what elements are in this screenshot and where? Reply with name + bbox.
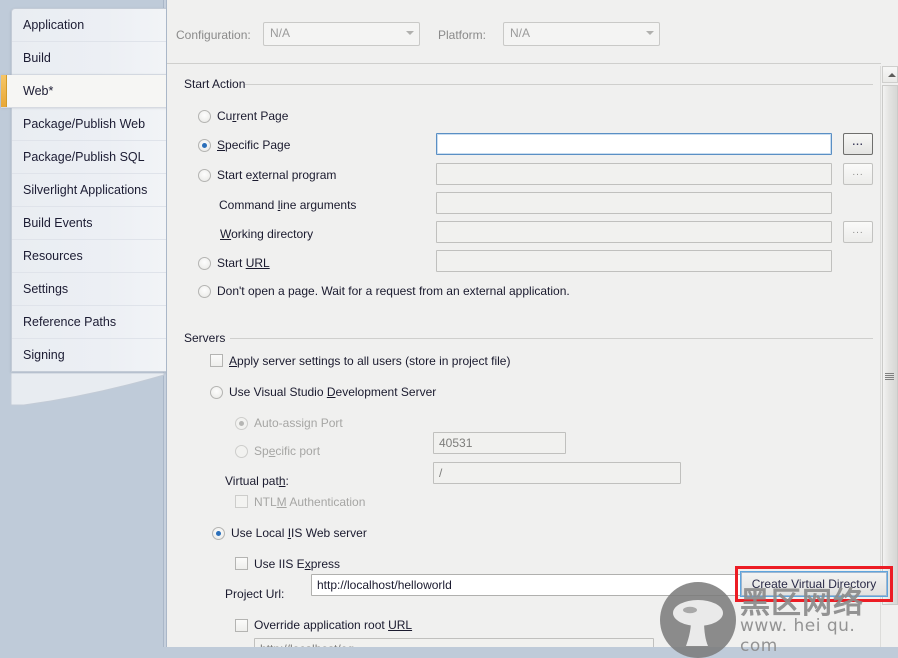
radio-specific-port-label: Specific port <box>254 444 321 458</box>
radio-auto-assign-port-label: Auto-assign Port <box>254 416 343 430</box>
virtual-path-label: Virtual path: <box>225 474 289 488</box>
radio-use-vs-development-server[interactable] <box>210 386 223 399</box>
sidebar-item-label: Reference Paths <box>23 315 117 329</box>
radio-auto-assign-port[interactable] <box>235 417 248 430</box>
project-url-label: Project Url: <box>225 587 285 601</box>
start-url-input[interactable] <box>436 250 832 272</box>
checkbox-override-application-root-url-label: Override application root URL <box>254 618 413 632</box>
sidebar-item-label: Application <box>23 18 85 32</box>
sidebar-item-application[interactable]: Application <box>12 9 167 42</box>
scrollbar-grip-icon <box>885 373 894 380</box>
radio-specific-port[interactable] <box>235 445 248 458</box>
sidebar-item-label: Package/Publish Web <box>23 117 146 131</box>
command-line-arguments-label: Command line arguments <box>219 198 357 212</box>
radio-use-local-iis-web-server-label: Use Local IIS Web server <box>231 526 367 540</box>
category-tab-strip: Application Build Web* Package/Publish W… <box>0 0 179 647</box>
checkbox-ntlm-authentication-label: NTLM Authentication <box>254 495 366 509</box>
sidebar-item-reference-paths[interactable]: Reference Paths <box>12 306 167 339</box>
configuration-label: Configuration: <box>176 28 251 42</box>
platform-select[interactable]: N/A <box>503 22 660 46</box>
sidebar-item-silverlight-applications[interactable]: Silverlight Applications <box>12 174 167 207</box>
category-tab-list: Application Build Web* Package/Publish W… <box>1 8 179 372</box>
radio-use-vs-development-server-label: Use Visual Studio Development Server <box>229 385 437 399</box>
working-directory-label: Working directory <box>220 227 314 241</box>
radio-start-external-program[interactable] <box>198 169 211 182</box>
sidebar-item-build-events[interactable]: Build Events <box>12 207 167 240</box>
radio-specific-page[interactable] <box>198 139 211 152</box>
triangle-up-icon <box>888 73 896 77</box>
project-url-value: http://localhost/helloworld <box>317 578 452 592</box>
sidebar-item-package-publish-web[interactable]: Package/Publish Web <box>12 108 167 141</box>
sidebar-item-web[interactable]: Web* <box>1 75 179 108</box>
specific-port-input[interactable]: 40531 <box>433 432 566 454</box>
platform-label: Platform: <box>438 28 487 42</box>
create-virtual-directory-button[interactable]: Create Virtual Directory <box>741 572 887 596</box>
vertical-scrollbar[interactable] <box>880 66 898 647</box>
external-program-input[interactable] <box>436 163 832 185</box>
checkbox-apply-server-settings-label: Apply server settings to all users (stor… <box>229 354 511 368</box>
virtual-path-input[interactable]: / <box>433 462 681 484</box>
chevron-down-icon <box>406 31 414 35</box>
configuration-toolbar: Configuration: N/A Platform: N/A <box>167 0 898 65</box>
tab-list-fold-decoration <box>10 372 165 406</box>
checkbox-apply-server-settings[interactable] <box>210 354 223 367</box>
checkbox-override-application-root-url[interactable] <box>235 619 248 632</box>
sidebar-item-build[interactable]: Build <box>12 42 167 75</box>
radio-start-url[interactable] <box>198 257 211 270</box>
radio-current-page-label: Current Page <box>217 109 289 123</box>
sidebar-item-label: Signing <box>23 348 65 362</box>
settings-scroll-region[interactable]: Start Action Current Page Specific Page … <box>167 66 881 647</box>
radio-dont-open-page-label: Don't open a page. Wait for a request fr… <box>217 284 570 298</box>
start-action-group-title: Start Action <box>184 77 246 91</box>
chevron-down-icon <box>646 31 654 35</box>
override-root-url-value: http://localhost/eq <box>260 642 354 647</box>
servers-group-title: Servers <box>184 331 226 345</box>
sidebar-item-package-publish-sql[interactable]: Package/Publish SQL <box>12 141 167 174</box>
radio-dont-open-page[interactable] <box>198 285 211 298</box>
specific-page-browse-button[interactable]: ... <box>843 133 873 155</box>
start-action-group-rule <box>245 84 873 85</box>
radio-use-local-iis-web-server[interactable] <box>212 527 225 540</box>
sidebar-item-label: Package/Publish SQL <box>23 150 145 164</box>
configuration-select[interactable]: N/A <box>263 22 420 46</box>
sidebar-item-label: Build <box>23 51 51 65</box>
external-program-browse-button[interactable]: ... <box>843 163 873 185</box>
radio-start-url-label: Start URL <box>217 256 270 270</box>
properties-content-pane: Configuration: N/A Platform: N/A Start A… <box>166 0 898 647</box>
scroll-up-button[interactable] <box>882 66 898 83</box>
checkbox-ntlm-authentication[interactable] <box>235 495 248 508</box>
sidebar-item-settings[interactable]: Settings <box>12 273 167 306</box>
virtual-path-value: / <box>439 466 443 480</box>
checkbox-use-iis-express[interactable] <box>235 557 248 570</box>
platform-value: N/A <box>510 26 531 40</box>
toolbar-divider <box>167 63 881 64</box>
scrollbar-thumb[interactable] <box>882 85 898 605</box>
selected-tab-accent-bar <box>1 75 7 107</box>
sidebar-item-label: Build Events <box>23 216 93 230</box>
configuration-value: N/A <box>270 26 291 40</box>
radio-start-external-program-label: Start external program <box>217 168 337 182</box>
sidebar-item-resources[interactable]: Resources <box>12 240 167 273</box>
radio-specific-page-label: Specific Page <box>217 138 291 152</box>
working-directory-input[interactable] <box>436 221 832 243</box>
working-directory-browse-button[interactable]: ... <box>843 221 873 243</box>
override-root-url-input[interactable]: http://localhost/eq <box>254 638 654 647</box>
specific-page-input[interactable] <box>436 133 832 155</box>
sidebar-item-label: Settings <box>23 282 69 296</box>
servers-group-rule <box>230 338 873 339</box>
project-url-input[interactable]: http://localhost/helloworld <box>311 574 754 596</box>
specific-port-value: 40531 <box>439 436 473 450</box>
command-line-arguments-input[interactable] <box>436 192 832 214</box>
checkbox-use-iis-express-label: Use IIS Express <box>254 557 341 571</box>
sidebar-item-signing[interactable]: Signing <box>12 339 167 371</box>
radio-current-page[interactable] <box>198 110 211 123</box>
sidebar-item-label: Resources <box>23 249 83 263</box>
sidebar-item-label: Web* <box>23 84 54 98</box>
sidebar-item-label: Silverlight Applications <box>23 183 148 197</box>
